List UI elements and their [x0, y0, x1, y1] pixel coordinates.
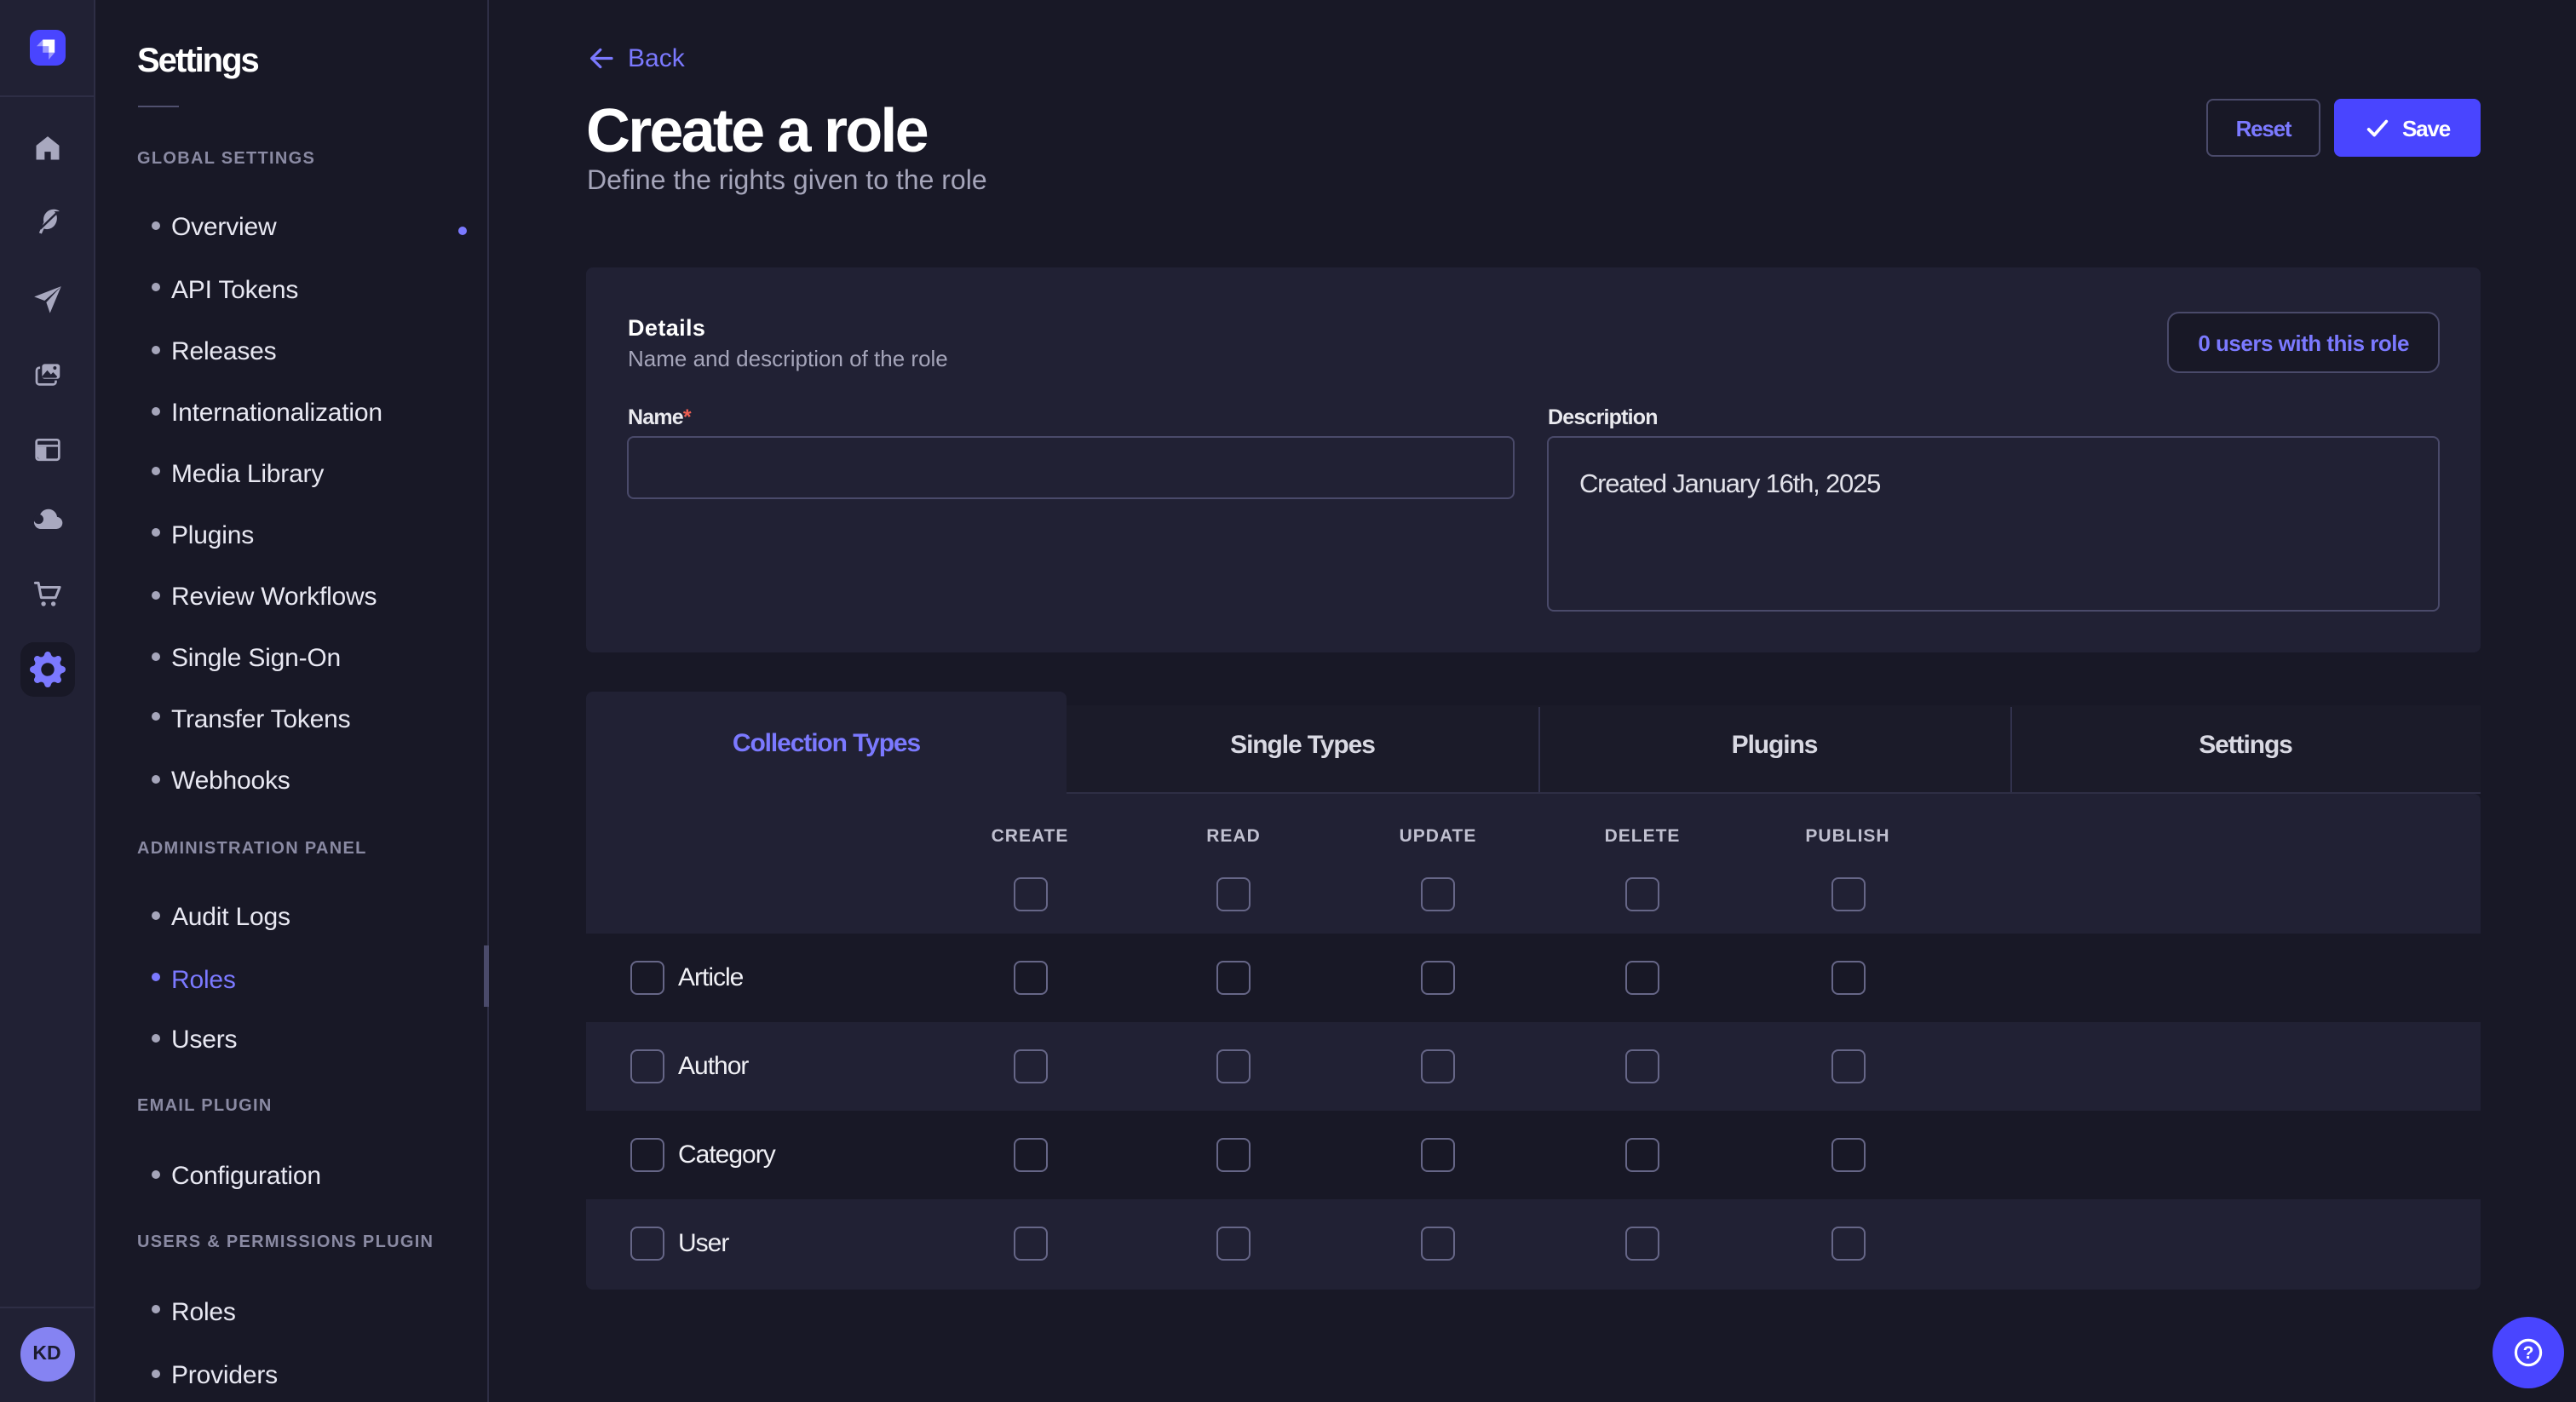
svg-text:?: ? — [2522, 1342, 2533, 1362]
